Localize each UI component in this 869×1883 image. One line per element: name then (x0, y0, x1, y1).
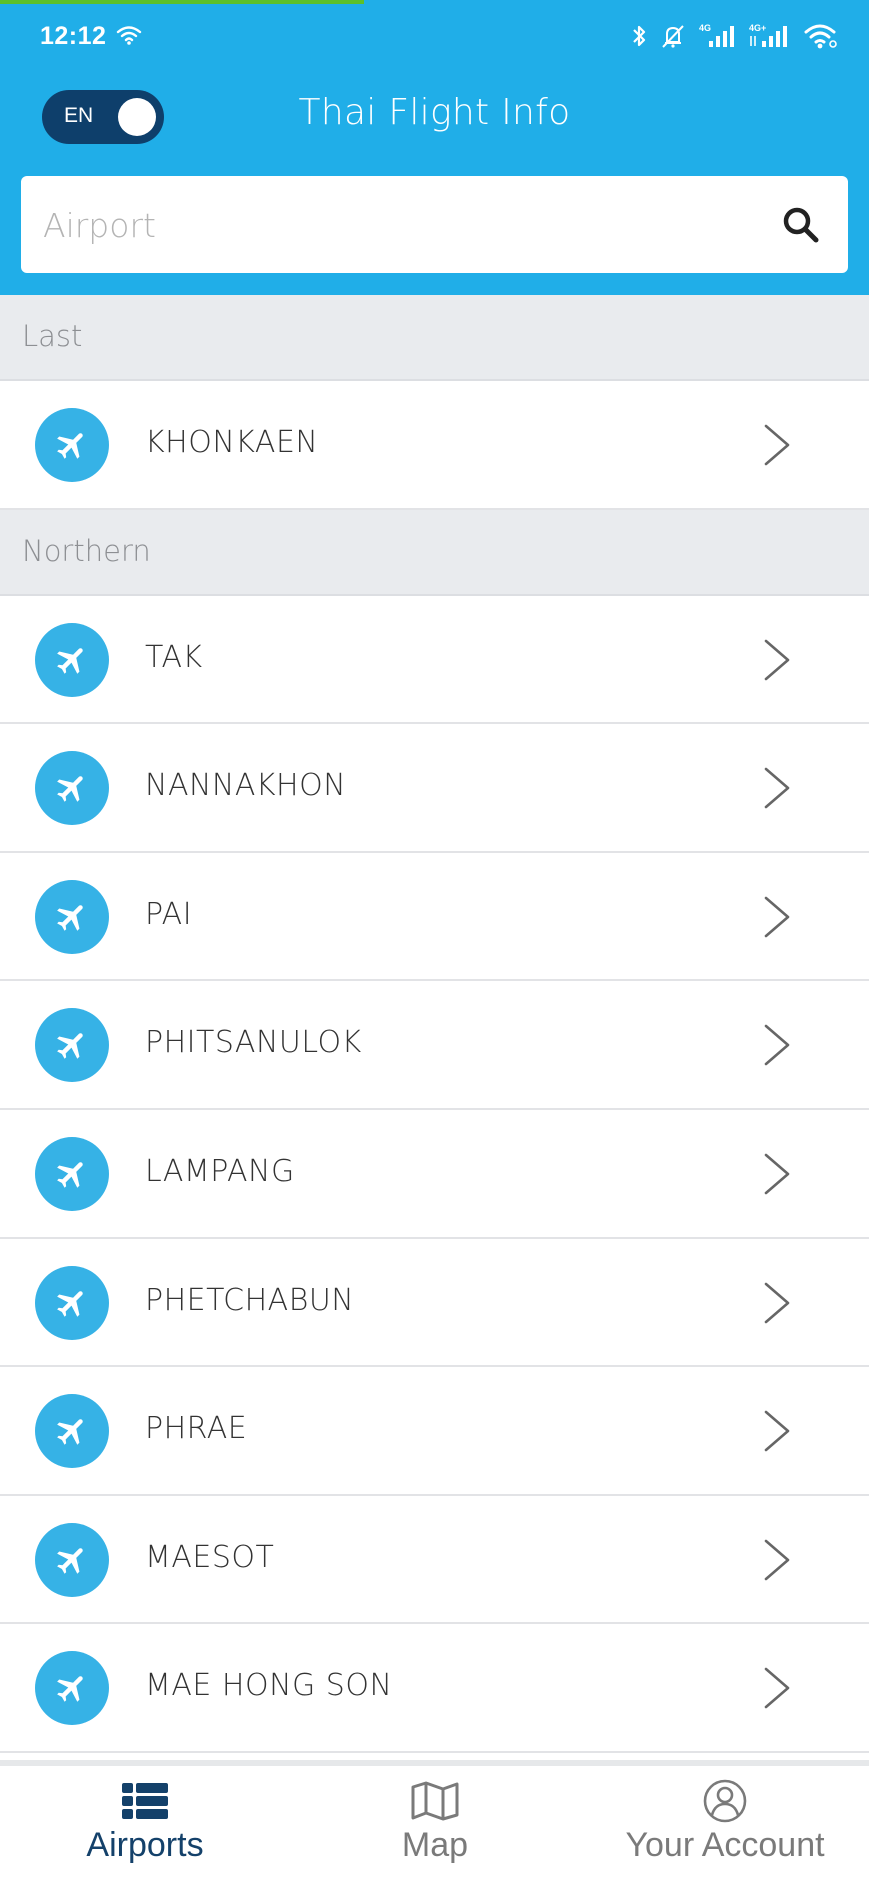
airport-list-item[interactable]: PHRAE (0, 1367, 869, 1496)
airport-name: PHETCHABUN (145, 1282, 355, 1318)
nav-tab-map[interactable]: Map (360, 1766, 510, 1883)
nav-tab-your-account[interactable]: Your Account (600, 1766, 850, 1883)
airport-list-item[interactable]: NANNAKHON (0, 724, 869, 853)
airport-name: MAESOT (145, 1539, 275, 1575)
airport-name: MAE HONG SON (145, 1668, 393, 1704)
chevron-right-icon (762, 423, 792, 467)
app-header: 12:12 4G 4G+ EN Thai Flight Info Airport (0, 0, 869, 295)
airplane-icon (35, 408, 109, 482)
nav-label-your-account: Your Account (625, 1826, 825, 1864)
bluetooth-icon (633, 25, 646, 47)
airplane-icon (35, 622, 109, 697)
airport-name: NANNAKHON (145, 768, 347, 804)
app-title: Thai Flight Info (298, 92, 571, 133)
airport-list-item[interactable]: KHONKAEN (0, 381, 869, 510)
airplane-icon (35, 879, 109, 954)
chevron-right-icon (762, 1152, 792, 1196)
wifi-icon (804, 24, 837, 49)
section-header: Last (0, 295, 869, 381)
loading-progress-bar (0, 0, 364, 4)
airport-list-item[interactable]: TAK (0, 595, 869, 725)
svg-text:4G+: 4G+ (749, 23, 766, 33)
chevron-right-icon (762, 895, 792, 939)
airplane-icon (35, 1651, 109, 1726)
status-icons: 4G 4G+ (631, 20, 839, 52)
chevron-right-icon (762, 638, 792, 682)
chevron-right-icon (762, 1409, 792, 1453)
signal-4g-plus-icon: 4G+ (749, 23, 787, 47)
airport-search-input[interactable] (43, 198, 743, 252)
chevron-right-icon (762, 1666, 792, 1710)
chevron-right-icon (762, 1281, 792, 1325)
airport-name: TAK (145, 639, 203, 675)
list-icon (122, 1780, 168, 1822)
airport-name: KHONKAEN (145, 425, 319, 460)
section-title: Northern (22, 533, 151, 568)
airport-list-item[interactable]: LAMPANG (0, 1109, 869, 1239)
airport-list-item[interactable]: MAE HONG SON (0, 1624, 869, 1753)
status-bar: 12:12 4G 4G+ (0, 14, 869, 58)
airport-name: PAI (145, 896, 193, 932)
chevron-right-icon (762, 766, 792, 810)
nav-label-airports: Airports (86, 1826, 204, 1864)
chevron-right-icon (762, 1023, 792, 1067)
airport-list-item[interactable]: MAESOT (0, 1495, 869, 1625)
status-time: 12:12 (40, 22, 107, 50)
map-icon (410, 1780, 460, 1822)
wifi-icon (116, 26, 142, 45)
app-title-container: Thai Flight Info (0, 92, 869, 133)
airport-list-item[interactable]: PAI (0, 852, 869, 982)
section-title: Last (22, 319, 83, 353)
airport-name: LAMPANG (145, 1153, 295, 1189)
nav-label-map: Map (401, 1826, 469, 1864)
search-bar (21, 176, 848, 273)
mute-icon (662, 25, 684, 48)
airplane-icon (35, 1136, 109, 1211)
airplane-icon (35, 1008, 109, 1083)
bottom-navigation: Airports Map Your Account (0, 1760, 869, 1883)
svg-text:4G: 4G (699, 23, 711, 33)
airplane-icon (35, 751, 109, 826)
airport-list: Last KHONKAEN Northern TAK NANNAKHON PAI PHITS… (0, 295, 869, 1753)
chevron-right-icon (762, 1538, 792, 1582)
airplane-icon (35, 1522, 109, 1597)
airport-list-item[interactable]: PHITSANULOK (0, 981, 869, 1110)
signal-4g-icon: 4G (699, 23, 734, 47)
account-icon (703, 1779, 747, 1823)
nav-tab-airports[interactable]: Airports (60, 1766, 230, 1883)
search-icon[interactable] (780, 204, 822, 246)
airport-name: PHRAE (145, 1411, 248, 1447)
airport-name: PHITSANULOK (145, 1025, 362, 1061)
airplane-icon (35, 1265, 109, 1340)
section-header: Northern (0, 509, 869, 596)
airport-list-item[interactable]: PHETCHABUN (0, 1238, 869, 1368)
airplane-icon (35, 1394, 109, 1469)
